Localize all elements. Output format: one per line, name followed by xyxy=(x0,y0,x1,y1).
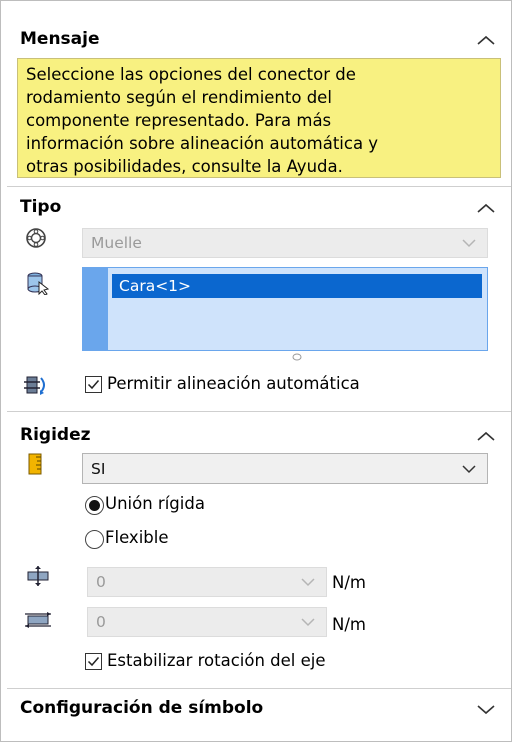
section-title-tipo: Tipo xyxy=(20,197,62,217)
selection-list-box[interactable]: Cara<1> xyxy=(107,267,488,351)
rigidity-select[interactable]: SI xyxy=(82,453,488,484)
message-line: rodamiento según el rendimiento del xyxy=(26,88,332,107)
type-select[interactable]: Muelle xyxy=(82,228,488,258)
selection-list-bar xyxy=(82,267,107,351)
section-title-mensaje: Mensaje xyxy=(20,29,100,49)
radio-flexible-label: Flexible xyxy=(105,528,169,547)
section-title-config: Configuración de símbolo xyxy=(20,698,264,718)
auto-align-icon xyxy=(24,376,45,395)
message-line: componente representado. Para más xyxy=(26,111,332,130)
property-manager-panel: Mensaje Seleccione las opciones del cone… xyxy=(0,0,512,742)
radial-stiffness-value: 0 xyxy=(96,613,106,631)
radio-rigid-label: Unión rígida xyxy=(105,494,205,513)
auto-align-label: Permitir alineación automática xyxy=(107,374,360,393)
radial-stiffness-icon xyxy=(25,612,51,628)
ruler-icon xyxy=(28,453,42,475)
section-divider xyxy=(7,688,511,689)
resize-handle-icon[interactable] xyxy=(292,353,302,361)
message-line: Seleccione las opciones del conector de xyxy=(26,65,356,84)
auto-align-checkbox[interactable] xyxy=(85,376,102,393)
message-line: otras posibilidades, consulte la Ayuda. xyxy=(26,157,343,176)
chevron-down-icon xyxy=(462,464,476,473)
axial-stiffness-value: 0 xyxy=(96,573,106,591)
radial-stiffness-input[interactable]: 0 xyxy=(87,607,327,637)
message-box: Seleccione las opciones del conector de … xyxy=(17,58,501,178)
chevron-down-icon xyxy=(301,578,315,587)
chevron-down-icon[interactable] xyxy=(475,702,497,716)
stabilize-checkbox[interactable] xyxy=(85,653,102,670)
chevron-up-icon[interactable] xyxy=(475,429,497,443)
bearing-type-icon xyxy=(26,228,46,248)
axial-stiffness-input[interactable]: 0 xyxy=(87,567,327,597)
rigidity-select-value: SI xyxy=(91,459,106,478)
stabilize-label: Estabilizar rotación del eje xyxy=(107,651,326,670)
section-divider xyxy=(7,411,511,412)
axial-stiffness-icon xyxy=(27,566,49,586)
radio-flexible[interactable] xyxy=(85,530,104,549)
selection-list[interactable]: Cara<1> xyxy=(82,267,488,351)
radio-rigid[interactable] xyxy=(85,496,104,515)
chevron-up-icon[interactable] xyxy=(475,201,497,215)
section-divider xyxy=(7,186,511,187)
chevron-down-icon xyxy=(301,618,315,627)
axial-stiffness-unit: N/m xyxy=(332,573,366,592)
chevron-up-icon[interactable] xyxy=(475,33,497,47)
list-item[interactable]: Cara<1> xyxy=(112,274,482,298)
chevron-down-icon xyxy=(462,239,476,248)
radial-stiffness-unit: N/m xyxy=(332,615,366,634)
section-title-rigidez: Rigidez xyxy=(20,425,91,445)
face-selection-icon xyxy=(27,272,49,295)
message-line: información sobre alineación automática … xyxy=(26,134,379,153)
type-select-value: Muelle xyxy=(91,234,142,252)
